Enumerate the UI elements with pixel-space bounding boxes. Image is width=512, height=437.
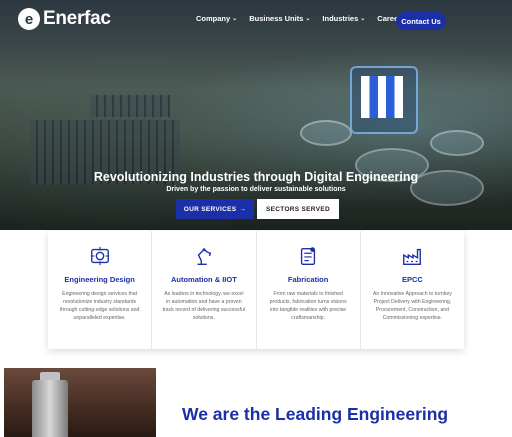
service-card-automation[interactable]: Automation & IIOT As leaders in technolo… <box>152 231 257 349</box>
hero-subtitle: Driven by the passion to deliver sustain… <box>166 186 346 193</box>
about-heading: We are the Leading Engineering <box>182 404 449 424</box>
service-title: EPCC <box>401 275 423 284</box>
service-description: An Innovative Approach to turnkey Projec… <box>372 291 452 321</box>
hero-title: Revolutionizing Industries through Digit… <box>93 170 419 184</box>
arrow-right-icon: → <box>239 205 247 213</box>
service-card-engineering-design[interactable]: Engineering Design Engineering design se… <box>48 231 153 349</box>
robot-arm-icon <box>197 248 212 265</box>
services-cards: Engineering Design Engineering design se… <box>48 231 464 349</box>
main-nav: Company ⌄ Business Units ⌄ Industries ⌄ Car… <box>196 14 412 23</box>
logo-mark-icon: e <box>18 8 40 30</box>
service-card-epcc[interactable]: EPCC An Innovative Approach to turnkey P… <box>361 231 464 349</box>
service-title: Automation & IIOT <box>170 275 237 284</box>
brand-logo[interactable]: e Enerfac <box>18 8 111 30</box>
hero-section: e Enerfac Company ⌄ Business Units ⌄ Indus… <box>0 0 512 230</box>
service-card-fabrication[interactable]: Fabrication From raw materials to finish… <box>257 231 361 349</box>
chevron-down-icon: ⌄ <box>232 16 238 22</box>
machine-body-shape <box>32 380 68 437</box>
factory-icon <box>403 248 422 265</box>
contact-us-button[interactable]: Contact Us <box>396 12 446 30</box>
sectors-served-button[interactable]: SECTORS SERVED <box>257 199 339 219</box>
chevron-down-icon: ⌄ <box>305 16 311 22</box>
nav-item-company[interactable]: Company ⌄ <box>196 14 237 23</box>
chevron-down-icon: ⌄ <box>360 16 366 22</box>
industrial-machine-photo <box>4 368 156 437</box>
brand-name: Enerfac <box>43 8 111 29</box>
fabrication-icon <box>301 247 316 265</box>
digital-chip-core <box>361 76 403 118</box>
nav-item-business-units[interactable]: Business Units ⌄ <box>249 14 310 23</box>
engineering-design-icon <box>90 246 109 266</box>
service-title: Fabrication <box>287 275 329 284</box>
service-description: From raw materials to finished products,… <box>269 291 347 321</box>
service-description: Engineering design services that revolut… <box>59 291 140 321</box>
service-description: As leaders in technology, we excel in au… <box>162 291 246 321</box>
service-title: Engineering Design <box>64 275 135 284</box>
our-services-button[interactable]: OUR SERVICES → <box>176 199 254 219</box>
hero-overlay <box>0 0 512 230</box>
nav-item-industries[interactable]: Industries ⌄ <box>322 14 365 23</box>
